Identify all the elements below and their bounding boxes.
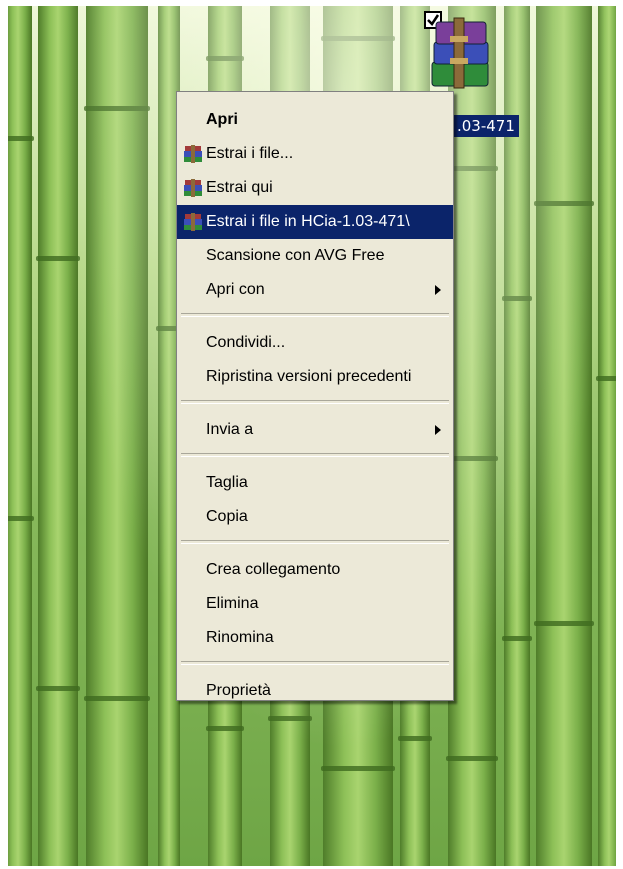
menu-item-open[interactable]: Apri [177,103,453,137]
menu-item-restore-previous-versions[interactable]: Ripristina versioni precedenti [177,360,453,394]
menu-separator [181,313,449,317]
archive-file-icon[interactable] [424,10,492,92]
menu-item-create-shortcut[interactable]: Crea collegamento [177,553,453,587]
menu-item-label: Proprietà [206,682,271,699]
menu-item-label: Estrai i file... [206,145,294,162]
menu-separator [181,540,449,544]
menu-separator [181,661,449,665]
menu-item-label: Condividi... [206,334,286,351]
menu-item-label: Scansione con AVG Free [206,247,385,264]
menu-item-extract-to-folder[interactable]: Estrai i file in HCia-1.03-471\ [177,205,453,239]
menu-item-label: Crea collegamento [206,561,341,578]
menu-item-share[interactable]: Condividi... [177,326,453,360]
menu-item-label: Estrai qui [206,179,273,196]
winrar-icon [183,179,203,197]
menu-item-copy[interactable]: Copia [177,500,453,534]
menu-item-delete[interactable]: Elimina [177,587,453,621]
menu-item-cut[interactable]: Taglia [177,466,453,500]
menu-item-scan-avg[interactable]: Scansione con AVG Free [177,239,453,273]
menu-item-extract-here[interactable]: Estrai qui [177,171,453,205]
menu-item-label: Invia a [206,421,254,438]
winrar-icon [183,213,203,231]
menu-item-label: Apri con [206,281,265,298]
menu-item-extract-files[interactable]: Estrai i file... [177,137,453,171]
menu-item-label: Elimina [206,595,259,612]
menu-item-send-to[interactable]: Invia a [177,413,453,447]
menu-item-label: Copia [206,508,248,525]
menu-item-label: Taglia [206,474,248,491]
menu-item-properties[interactable]: Proprietà [177,674,453,708]
winrar-icon [183,145,203,163]
menu-item-open-with[interactable]: Apri con [177,273,453,307]
menu-separator [181,453,449,457]
submenu-arrow-icon [435,425,441,435]
file-name-label[interactable]: .03-471 [453,115,519,137]
submenu-arrow-icon [435,285,441,295]
menu-item-rename[interactable]: Rinomina [177,621,453,655]
menu-item-label: Estrai i file in HCia-1.03-471\ [206,213,410,230]
menu-item-label: Apri [206,111,238,128]
menu-separator [181,400,449,404]
context-menu: Apri Estrai i file... Estrai qui Estrai … [176,91,454,701]
menu-item-label: Ripristina versioni precedenti [206,368,412,385]
menu-item-label: Rinomina [206,629,274,646]
